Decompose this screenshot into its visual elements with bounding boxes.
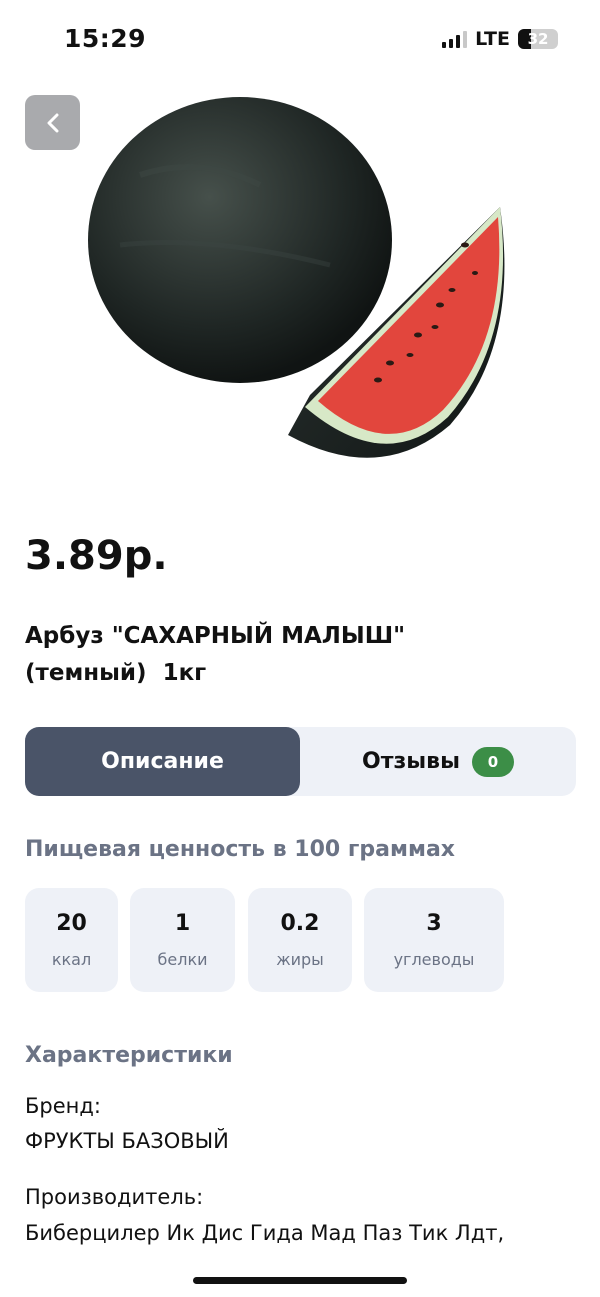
battery-level: 32: [527, 30, 549, 48]
nutrition-card-fat: 0.2 жиры: [248, 888, 352, 992]
tab-description-label: Описание: [101, 749, 224, 774]
nutrition-value: 1: [174, 911, 191, 936]
tab-reviews[interactable]: Отзывы 0: [300, 727, 576, 796]
nutrition-label: белки: [157, 950, 208, 969]
tab-reviews-label: Отзывы: [362, 749, 460, 774]
network-type: LTE: [475, 28, 510, 50]
status-indicators: LTE 32: [442, 28, 558, 50]
characteristics-heading: Характеристики: [25, 1043, 233, 1068]
nutrition-label: ккал: [51, 950, 92, 969]
product-title: Арбуз "САХАРНЫЙ МАЛЫШ" (темный) 1кг: [25, 623, 414, 686]
brand-label: Бренд:: [25, 1094, 101, 1118]
manufacturer-value: Биберцилер Ик Дис Гида Мад Паз Тик Лдт,: [25, 1221, 505, 1245]
nutrition-label: углеводы: [393, 950, 475, 969]
product-price: 3.89р.: [25, 533, 168, 579]
watermelon-image: [88, 97, 505, 458]
nutrition-value: 0.2: [280, 911, 320, 936]
back-button[interactable]: [25, 95, 80, 150]
nutrition-card-protein: 1 белки: [130, 888, 235, 992]
home-indicator[interactable]: [193, 1277, 407, 1284]
brand-value: ФРУКТЫ БАЗОВЫЙ: [25, 1129, 229, 1153]
nutrition-value: 3: [426, 911, 442, 936]
nutrition-card-kcal: 20 ккал: [25, 888, 118, 992]
nutrition-label: жиры: [276, 950, 324, 969]
nutrition-card-carbs: 3 углеводы: [364, 888, 504, 992]
manufacturer-label: Производитель:: [25, 1185, 204, 1209]
nutrition-value: 20: [56, 911, 87, 936]
tab-description[interactable]: Описание: [25, 727, 300, 796]
chevron-left-icon: [47, 113, 58, 132]
status-time: 15:29: [64, 24, 147, 53]
signal-icon: [442, 30, 468, 48]
tab-bar: Описание Отзывы 0: [25, 727, 576, 796]
nutrition-heading: Пищевая ценность в 100 граммах: [25, 837, 455, 862]
battery-icon: 32: [518, 29, 558, 49]
reviews-count-badge: 0: [471, 746, 514, 777]
